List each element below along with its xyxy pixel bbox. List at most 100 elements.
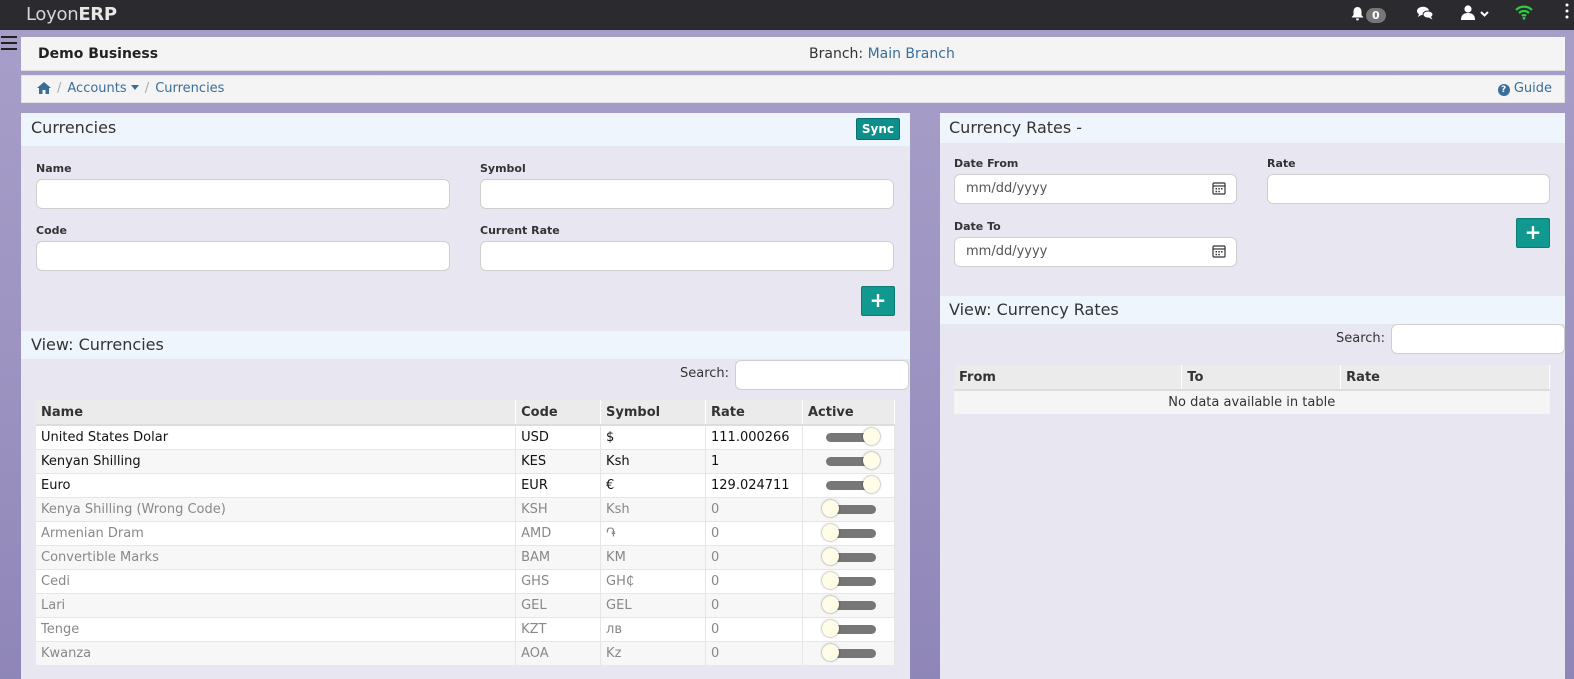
cell-active (802, 616, 896, 641)
symbol-label: Symbol (480, 162, 526, 175)
more-menu-button[interactable] (1565, 2, 1569, 22)
breadcrumb-current[interactable]: Currencies (155, 81, 224, 96)
column-header-rate[interactable]: Rate (1340, 365, 1550, 391)
empty-table-message: No data available in table (954, 389, 1550, 414)
active-toggle[interactable] (821, 500, 876, 517)
cell-rate: 0 (705, 568, 803, 593)
active-toggle[interactable] (821, 644, 876, 662)
code-input[interactable] (36, 241, 450, 271)
cell-code: EUR (515, 472, 602, 497)
cell-name: Lari (36, 592, 517, 617)
notifications-badge: 0 (1366, 8, 1386, 23)
app-logo[interactable]: LoyonERP (26, 4, 117, 25)
currencies-title: Currencies (31, 118, 117, 137)
table-row[interactable]: Tenge KZT лв 0 (36, 616, 896, 641)
breadcrumb-home[interactable] (37, 82, 51, 98)
toggle-knob (821, 572, 839, 589)
column-header-symbol[interactable]: Symbol (600, 400, 706, 426)
active-toggle[interactable] (825, 476, 880, 493)
cell-rate: 0 (705, 640, 803, 665)
guide-link[interactable]: ? Guide (1497, 81, 1552, 96)
breadcrumb-trail: / Accounts / Currencies (37, 81, 224, 98)
cell-name: Euro (36, 472, 517, 497)
table-row[interactable]: Kwanza AOA Kz 0 (36, 640, 896, 665)
cell-active (802, 544, 896, 569)
rates-search-input[interactable] (1391, 324, 1565, 354)
date-to-placeholder: mm/dd/yyyy (966, 244, 1048, 259)
name-input[interactable] (36, 179, 450, 209)
currencies-search-input[interactable] (735, 360, 909, 390)
cell-active (802, 568, 896, 593)
table-row[interactable]: Lari GEL GEL 0 (36, 592, 896, 617)
current-rate-input[interactable] (480, 241, 894, 271)
add-currency-button[interactable]: + (861, 286, 895, 316)
table-row[interactable]: Euro EUR €129.024711 (36, 472, 896, 497)
calendar-icon[interactable] (1212, 244, 1226, 258)
comments-icon (1417, 6, 1434, 20)
active-toggle[interactable] (821, 620, 876, 637)
table-row[interactable]: Convertible Marks BAM KM 0 (36, 544, 896, 569)
column-header-rate[interactable]: Rate (705, 400, 803, 426)
table-row[interactable]: Cedi GHS GH₵ 0 (36, 568, 896, 593)
cell-code: GHS (515, 568, 602, 593)
cell-name: Cedi (36, 568, 517, 593)
toggle-knob (821, 500, 839, 517)
calendar-icon[interactable] (1212, 181, 1226, 195)
messages-button[interactable] (1417, 6, 1434, 24)
rate-input[interactable] (1267, 174, 1550, 204)
cell-code: KZT (515, 616, 602, 641)
table-row[interactable]: Armenian Dram AMD ֏ 0 (36, 520, 896, 545)
table-row[interactable]: Kenyan Shilling KES Ksh 1 (36, 448, 896, 473)
menu-icon (1, 36, 17, 38)
active-toggle[interactable] (825, 452, 880, 469)
cell-code: BAM (515, 544, 602, 569)
date-from-input[interactable]: mm/dd/yyyy (954, 174, 1237, 204)
cell-active (802, 520, 896, 545)
active-toggle[interactable] (821, 524, 876, 541)
toggle-knob (821, 620, 839, 637)
active-toggle[interactable] (821, 596, 876, 613)
business-name: Demo Business (38, 46, 159, 62)
column-header-code[interactable]: Code (515, 400, 602, 426)
currencies-panel: Currencies Sync Name Symbol Code Current… (21, 113, 910, 679)
column-header-name[interactable]: Name (36, 400, 517, 426)
cell-active (802, 448, 896, 473)
caret-down-icon (130, 85, 139, 90)
table-row[interactable]: United States Dolar USD $111.000266 (36, 424, 896, 449)
active-toggle[interactable] (821, 548, 876, 565)
currency-rates-view-header: View: Currency Rates (940, 296, 1565, 325)
active-toggle[interactable] (821, 572, 876, 589)
add-rate-button[interactable]: + (1516, 218, 1550, 248)
cell-symbol: Ksh (600, 448, 706, 473)
currencies-header: Currencies Sync (21, 113, 910, 147)
active-toggle[interactable] (825, 428, 880, 446)
column-header-to[interactable]: To (1181, 365, 1342, 391)
cell-symbol: $ (600, 424, 706, 449)
cell-code: GEL (515, 592, 602, 617)
home-icon (37, 82, 51, 94)
symbol-input[interactable] (480, 179, 894, 209)
user-icon (1461, 5, 1475, 20)
cell-rate: 0 (705, 544, 803, 569)
rates-table-header: From To Rate (954, 365, 1550, 391)
table-row[interactable]: Kenya Shilling (Wrong Code) KSH Ksh 0 (36, 496, 896, 521)
cell-active (802, 472, 896, 497)
branch-link[interactable]: Main Branch (868, 46, 955, 62)
column-header-active[interactable]: Active (802, 400, 896, 426)
cell-code: KSH (515, 496, 602, 521)
cell-symbol: € (600, 472, 706, 497)
breadcrumb-accounts[interactable]: Accounts (67, 81, 139, 96)
notifications-button[interactable]: 0 (1351, 5, 1386, 23)
cell-code: KES (515, 448, 602, 473)
column-header-from[interactable]: From (954, 365, 1183, 391)
name-label: Name (36, 162, 72, 175)
sync-button[interactable]: Sync (855, 118, 900, 140)
brand-light: Loyon (26, 4, 79, 25)
sidebar-toggle-button[interactable] (1, 36, 17, 54)
rates-search-label: Search: (1336, 331, 1386, 346)
cell-rate: 0 (705, 520, 803, 545)
cell-code: AMD (515, 520, 602, 545)
date-to-input[interactable]: mm/dd/yyyy (954, 237, 1237, 267)
user-menu-button[interactable] (1461, 5, 1489, 24)
cell-rate: 0 (705, 496, 803, 521)
